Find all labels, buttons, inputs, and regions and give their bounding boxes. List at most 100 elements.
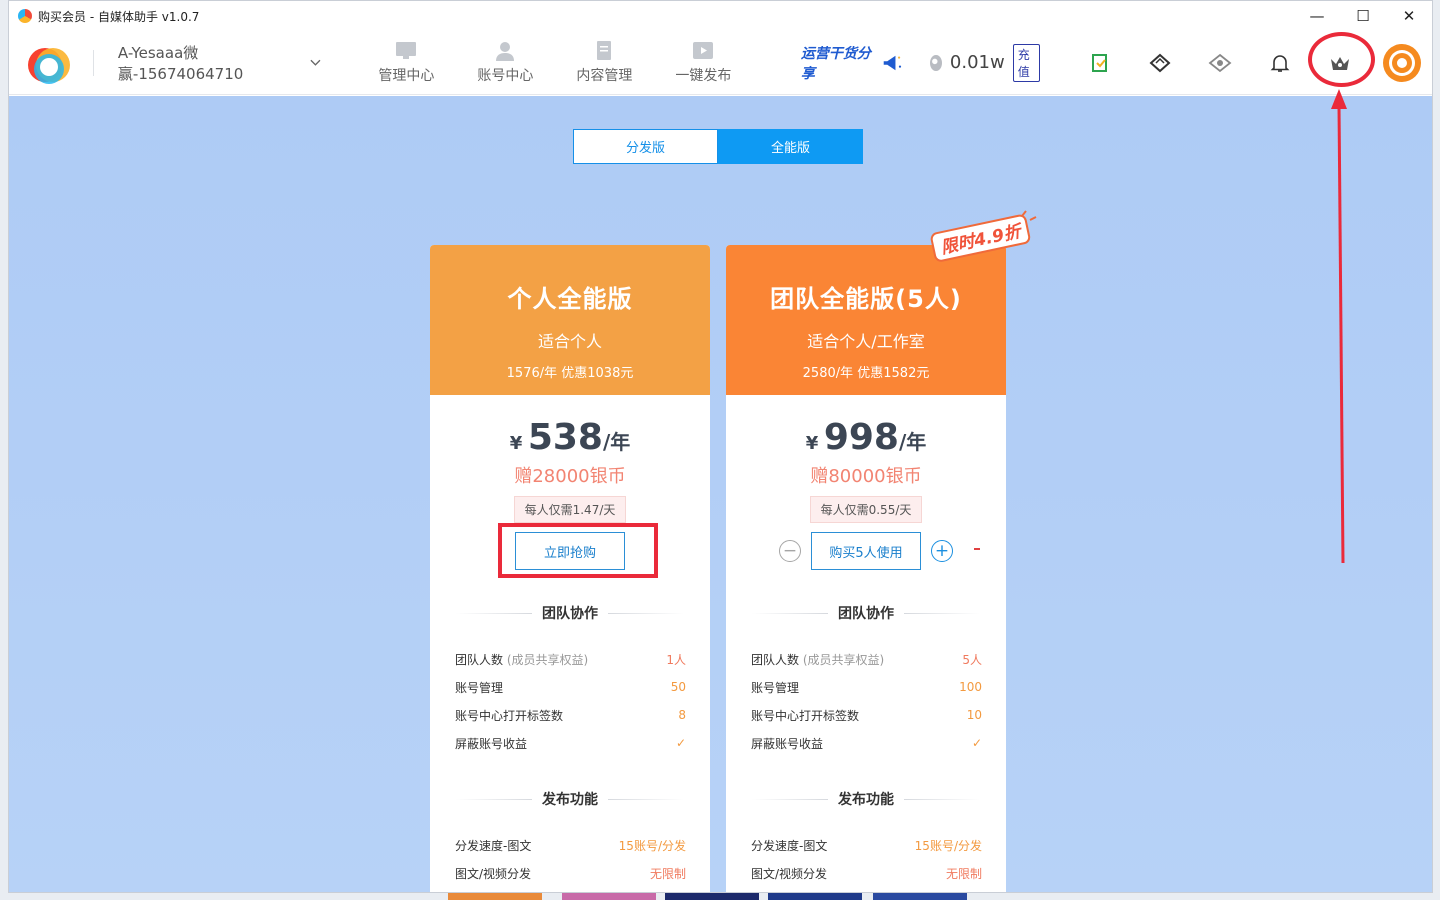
currency-symbol: ¥	[509, 433, 523, 454]
feature-row: 账号中心打开标签数 10	[751, 701, 982, 729]
chevron-down-icon	[310, 59, 321, 66]
maximize-button[interactable]: ☐	[1340, 1, 1386, 31]
check-icon: ✓	[675, 736, 686, 750]
plan-name: 团队全能版(5人)	[770, 285, 962, 313]
header-tools	[1070, 43, 1432, 83]
coin-balance: 0.01w 充值	[930, 43, 1040, 82]
close-button[interactable]: ✕	[1386, 1, 1432, 31]
plan-subtitle: 适合个人	[537, 332, 602, 351]
monitor-icon	[396, 41, 417, 59]
feature-note: (成员共享权益)	[802, 652, 885, 667]
diamond-button[interactable]	[1130, 43, 1190, 83]
plan-price: ¥ 538/年	[430, 417, 710, 458]
coin-icon	[930, 54, 942, 71]
feature-label: 图文/视频分发	[455, 866, 532, 881]
check-icon: ✓	[971, 736, 982, 750]
feature-row: 账号中心打开标签数 8	[455, 701, 686, 729]
nav-label: 一键发布	[675, 67, 732, 84]
feature-row: 分发速度-图文 15账号/分发	[751, 831, 982, 859]
section-title: 发布功能	[456, 789, 684, 809]
title-bar: 购买会员 - 自媒体助手 v1.0.7 — ☐ ✕	[9, 1, 1432, 31]
plan-card-team: 团队全能版(5人) 适合个人/工作室 2580/年 优惠1582元 ¥ 998/…	[726, 245, 1006, 892]
avatar-target-icon	[1383, 43, 1421, 82]
feature-row: 账号管理 50	[455, 673, 686, 701]
feature-label: 分发速度-图文	[455, 838, 532, 853]
highlight-circle	[1308, 32, 1375, 87]
feature-value: 无限制	[649, 866, 686, 881]
feature-value: 10	[966, 708, 982, 722]
feature-value: 无限制	[945, 866, 982, 881]
decrease-seats-button[interactable]: −	[779, 540, 801, 562]
feature-row: 图文/视频分发 无限制	[751, 859, 982, 887]
feature-value: 15账号/分发	[618, 838, 686, 853]
plan-original-price: 1576/年 优惠1038元	[506, 366, 634, 381]
nav-content-management[interactable]: 内容管理	[555, 40, 654, 85]
per-day-price: 每人仅需0.55/天	[809, 496, 923, 523]
feature-row: 账号管理 100	[751, 673, 982, 701]
feature-list: 分发速度-图文 15账号/分发 图文/视频分发 无限制	[455, 831, 686, 887]
tab-full-edition[interactable]: 全能版	[718, 129, 863, 164]
nav-account-center[interactable]: 账号中心	[456, 41, 555, 85]
promo-text: 运营干货分享	[800, 45, 871, 82]
recharge-button[interactable]: 充值	[1012, 43, 1040, 82]
feature-label: 账号管理	[455, 680, 504, 695]
feature-label: 图文/视频分发	[751, 866, 828, 881]
plan-header: 团队全能版(5人) 适合个人/工作室 2580/年 优惠1582元	[726, 245, 1006, 395]
thumbnail	[665, 893, 759, 900]
nav-label: 账号中心	[477, 67, 534, 84]
window-title: 购买会员 - 自媒体助手 v1.0.7	[38, 9, 200, 24]
section-title: 发布功能	[752, 789, 980, 809]
feature-value: 100	[959, 680, 982, 694]
clipboard-button[interactable]	[1070, 43, 1130, 83]
plan-bonus: 赠28000银币	[514, 466, 626, 487]
feature-row: 分发速度-图文 15账号/分发	[455, 831, 686, 859]
thumbnail	[873, 893, 967, 900]
feature-list: 分发速度-图文 15账号/分发 图文/视频分发 无限制	[751, 831, 982, 887]
feature-label: 分发速度-图文	[751, 838, 828, 853]
thumbnail	[768, 893, 862, 900]
feature-label: 团队人数	[751, 652, 800, 667]
increase-seats-button[interactable]: +	[931, 540, 953, 562]
per-day-price: 每人仅需1.47/天	[513, 496, 627, 523]
buy-team-button[interactable]: 购买5人使用	[811, 532, 921, 570]
radar-button[interactable]	[1190, 43, 1250, 83]
dash-mark	[974, 548, 980, 550]
notification-button[interactable]	[1250, 43, 1310, 83]
promo-link[interactable]: 运营干货分享	[801, 43, 903, 83]
feature-row: 团队人数 (成员共享权益) 1人	[455, 645, 686, 673]
feature-label: 账号中心打开标签数	[455, 708, 564, 723]
document-icon	[597, 40, 612, 60]
nav-label: 管理中心	[378, 67, 435, 84]
price-unit: /年	[602, 430, 631, 454]
window-controls: — ☐ ✕	[1294, 1, 1432, 31]
plan-subtitle: 适合个人/工作室	[807, 332, 925, 351]
bell-icon	[1270, 54, 1290, 72]
app-icon	[18, 9, 32, 23]
account-name: A-Yesaaa微赢-15674064710	[117, 43, 244, 83]
user-icon	[496, 41, 515, 61]
highlight-box	[498, 523, 658, 578]
minimize-button[interactable]: —	[1294, 1, 1340, 31]
feature-label: 团队人数	[455, 652, 504, 667]
feature-row: 屏蔽账号收益 ✓	[455, 729, 686, 757]
top-header: A-Yesaaa微赢-15674064710 管理中心 账号中心 内容管理 一键…	[9, 31, 1432, 95]
app-logo-icon[interactable]	[25, 39, 73, 87]
feature-list: 团队人数 (成员共享权益) 5人 账号管理 100 账号中心打开标签数 10 屏蔽账号…	[751, 645, 982, 757]
price-value: 998	[823, 417, 899, 458]
annotation-arrow	[1331, 89, 1347, 564]
feature-label: 账号管理	[751, 680, 800, 695]
plan-name: 个人全能版	[507, 285, 633, 313]
price-value: 538	[527, 417, 603, 458]
nav-management-center[interactable]: 管理中心	[357, 41, 456, 85]
account-selector[interactable]: A-Yesaaa微赢-15674064710	[118, 42, 321, 84]
plan-price: ¥ 998/年	[726, 417, 1006, 458]
thumbnail	[448, 893, 542, 900]
coin-value: 0.01w	[949, 52, 1005, 73]
user-avatar[interactable]	[1372, 43, 1432, 83]
currency-symbol: ¥	[805, 433, 819, 454]
tab-distribution[interactable]: 分发版	[573, 129, 718, 164]
nav-one-click-publish[interactable]: 一键发布	[654, 41, 753, 85]
price-unit: /年	[898, 430, 927, 454]
main-content: 分发版 全能版 个人全能版 适合个人 1576/年 优惠1038元 ¥ 538/…	[9, 96, 1432, 892]
feature-note: (成员共享权益)	[506, 652, 589, 667]
